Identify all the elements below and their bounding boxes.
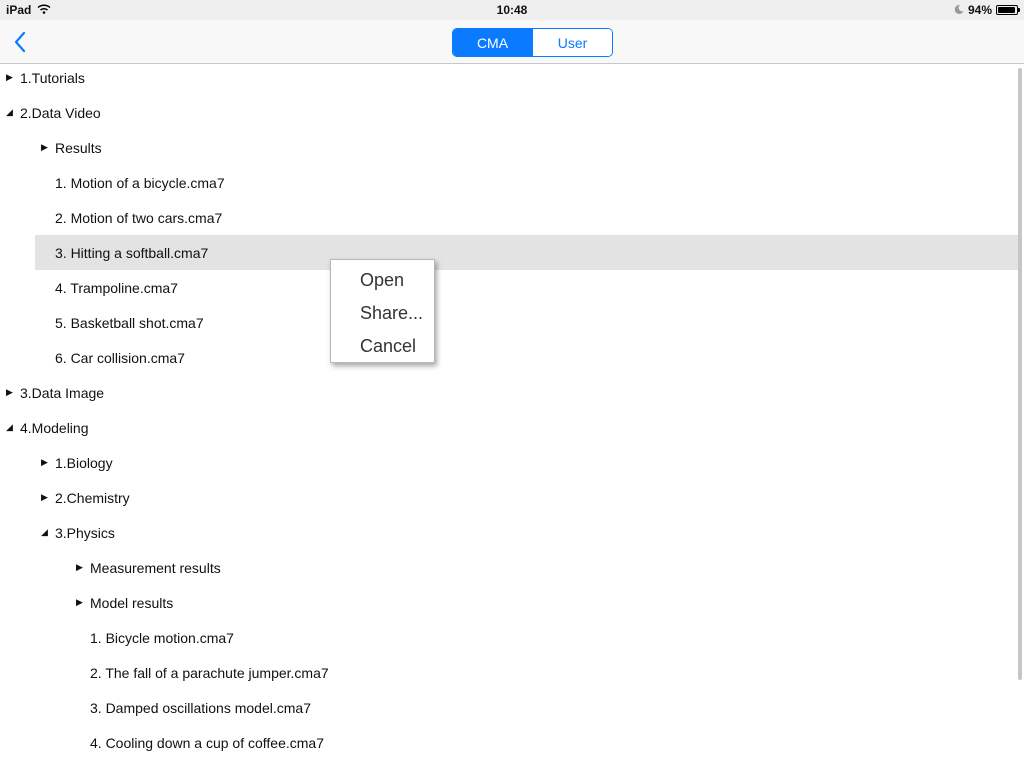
moon-icon [954,3,964,17]
tree-file-item[interactable]: 2. Motion of two cars.cma7 [41,200,222,235]
tree-item-label: Model results [90,594,174,611]
triangle-right-icon[interactable]: ▶ [76,597,90,608]
tree-file-item[interactable]: 5. Basketball shot.cma7 [41,305,204,340]
tree-item-label: 2.Chemistry [55,489,130,506]
clock: 10:48 [496,3,528,17]
tree-item-label: 1.Biology [55,454,113,471]
tree-folder-item[interactable]: ◢ 3.Physics [41,515,115,550]
menu-item-cancel[interactable]: Cancel [331,330,434,363]
tree-folder-item[interactable]: ▶ Measurement results [76,550,221,585]
battery-icon [996,5,1020,15]
tree-folder-item[interactable]: ▶ Results [41,130,102,165]
tree-file-item[interactable]: 6. Car collision.cma7 [41,340,185,375]
tree-folder-item[interactable]: ▶ 3.Data Image [6,375,104,410]
tree-item-label: 2. Motion of two cars.cma7 [55,209,223,226]
battery-percent: 94% [967,3,992,17]
status-bar: iPad 10:48 94% [0,0,1024,20]
tree-folder-item[interactable]: ▶ 1.Biology [41,445,113,480]
tree-file-item[interactable]: 3. Damped oscillations model.cma7 [76,690,311,725]
triangle-right-icon[interactable]: ▶ [41,492,55,503]
tree-item-label: 3.Physics [55,524,115,541]
tree-item-label: 6. Car collision.cma7 [55,349,185,366]
tree-item-label: 1. Motion of a bicycle.cma7 [55,174,225,191]
tree-item-label: 3. Damped oscillations model.cma7 [90,699,311,716]
context-menu: Open Share... Cancel [330,259,435,363]
source-segmented-control: CMA User [452,28,613,57]
tree-item-label: 5. Basketball shot.cma7 [55,314,204,331]
tree-file-item[interactable]: 2. The fall of a parachute jumper.cma7 [76,655,329,690]
tree-item-label: 2.Data Video [20,104,101,121]
tree-file-item[interactable]: 4. Trampoline.cma7 [41,270,178,305]
triangle-down-icon[interactable]: ◢ [6,107,20,118]
menu-item-share[interactable]: Share... [331,297,434,330]
battery-fill [998,7,1015,13]
menu-item-open[interactable]: Open [331,264,434,297]
triangle-right-icon[interactable]: ▶ [6,387,20,398]
segment-user[interactable]: User [532,29,612,56]
tree-item-label: 2. The fall of a parachute jumper.cma7 [90,664,329,681]
triangle-right-icon[interactable]: ▶ [6,72,20,83]
tree-item-label: 3. Hitting a softball.cma7 [55,244,209,261]
triangle-down-icon[interactable]: ◢ [6,422,20,433]
triangle-right-icon[interactable]: ▶ [41,457,55,468]
tree-file-item[interactable]: 1. Motion of a bicycle.cma7 [41,165,225,200]
tree-item-label: 4. Trampoline.cma7 [55,279,178,296]
tree-item-label: Measurement results [90,559,221,576]
tree-item-label: 1.Tutorials [20,69,85,86]
tree-folder-item[interactable]: ◢ 4.Modeling [6,410,89,445]
triangle-right-icon[interactable]: ▶ [76,562,90,573]
segment-cma[interactable]: CMA [453,29,532,56]
tree-folder-item[interactable]: ▶ Model results [76,585,173,620]
tree-folder-item[interactable]: ▶ 1.Tutorials [6,60,85,95]
tree-item-label: 4.Modeling [20,419,89,436]
vertical-scrollbar[interactable] [1018,68,1022,680]
tree-file-item[interactable]: 3. Hitting a softball.cma7 [35,235,1019,270]
tree-file-item[interactable]: 4. Cooling down a cup of coffee.cma7 [76,725,324,760]
tree-item-label: 3.Data Image [20,384,105,401]
triangle-down-icon[interactable]: ◢ [41,527,55,538]
tree-item-label: 4. Cooling down a cup of coffee.cma7 [90,734,325,751]
chevron-left-icon [14,31,26,53]
tree-file-item[interactable]: 1. Bicycle motion.cma7 [76,620,234,655]
back-button[interactable] [8,28,36,56]
tree-item-label: 1. Bicycle motion.cma7 [90,629,234,646]
tree-folder-item[interactable]: ▶ 2.Chemistry [41,480,130,515]
navigation-bar: CMA User [0,20,1024,64]
tree-folder-item[interactable]: ◢ 2.Data Video [6,95,101,130]
triangle-right-icon[interactable]: ▶ [41,142,55,153]
tree-item-label: Results [55,139,102,156]
